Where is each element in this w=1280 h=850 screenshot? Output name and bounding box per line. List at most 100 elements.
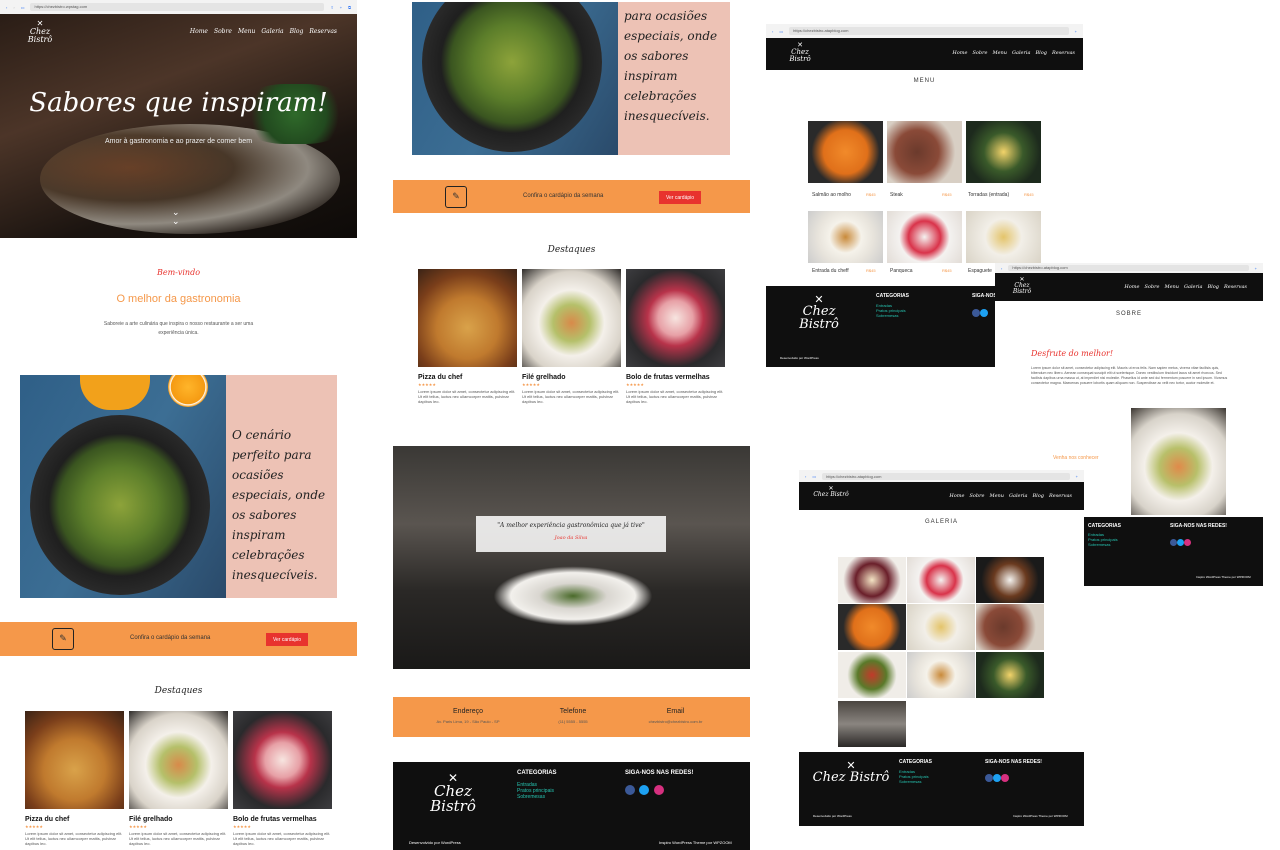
nav-sobre[interactable]: Sobre xyxy=(1144,284,1159,290)
facebook-icon[interactable] xyxy=(985,774,993,782)
nav-home[interactable]: Home xyxy=(949,493,964,499)
nav-sobre[interactable]: Sobre xyxy=(972,50,987,56)
category-link[interactable]: Sobremesas xyxy=(517,794,554,800)
site-logo[interactable]: ✕ Chez Bistrô xyxy=(780,42,820,63)
new-tab-icon[interactable]: + xyxy=(1255,266,1257,271)
sidebar-icon[interactable]: ▭ xyxy=(21,5,25,10)
nav-menu[interactable]: Menu xyxy=(989,493,1004,499)
twitter-icon[interactable] xyxy=(639,785,650,795)
panel-home-top: ‹ › ▭ https://chezbistro.wpstag.com ⇪ + … xyxy=(0,0,357,850)
back-icon[interactable]: ‹ xyxy=(805,474,806,479)
gallery-image[interactable] xyxy=(907,652,975,698)
new-tab-icon[interactable]: + xyxy=(1076,474,1078,479)
orange-juice xyxy=(80,375,150,410)
gallery-image[interactable] xyxy=(976,557,1044,603)
nav-reservas[interactable]: Reservas xyxy=(1049,493,1072,499)
nav-reservas[interactable]: Reservas xyxy=(309,28,337,35)
nav-blog[interactable]: Blog xyxy=(1208,284,1219,290)
forward-icon[interactable]: › xyxy=(13,5,14,10)
facebook-icon[interactable] xyxy=(1170,539,1177,546)
gallery-image[interactable] xyxy=(838,652,906,698)
back-icon[interactable]: ‹ xyxy=(1001,266,1002,271)
welcome-kicker: Bem-vindo xyxy=(156,268,201,277)
site-logo[interactable]: ✕ Chez Bistrô xyxy=(813,486,849,498)
url-bar[interactable]: https://chezbistro.atapblog.com xyxy=(822,472,1070,480)
menu-item-name[interactable]: Steak xyxy=(890,192,903,198)
nav-blog[interactable]: Blog xyxy=(1033,493,1044,499)
sidebar-icon[interactable]: ▭ xyxy=(779,29,783,34)
nav-galeria[interactable]: Galeria xyxy=(1184,284,1203,290)
menu-item-name[interactable]: Torradas (entrada) xyxy=(968,192,1009,198)
category-link[interactable]: Sobremesas xyxy=(876,313,906,318)
highlight-text: Lorem ipsum dolor sit amet, consectetur … xyxy=(522,389,620,404)
menu-item-name[interactable]: Entrada du cheff xyxy=(812,268,849,274)
menu-item-name[interactable]: Salmão ao molho xyxy=(812,192,851,198)
footer-logo[interactable]: ✕ Chez Bistrô xyxy=(811,760,891,784)
sidebar-icon[interactable]: ▭ xyxy=(812,474,816,479)
nav-home[interactable]: Home xyxy=(190,28,208,35)
highlight-name[interactable]: Filé grelhado xyxy=(522,374,566,381)
highlight-name[interactable]: Pizza du chef xyxy=(418,374,462,381)
instagram-icon[interactable] xyxy=(653,785,664,795)
site-footer: ✕ Chez Bistrô CATEGORIAS Entradas Pratos p… xyxy=(799,752,1084,826)
instagram-icon[interactable] xyxy=(1001,774,1009,782)
new-tab-icon[interactable]: + xyxy=(340,5,342,10)
twitter-icon[interactable] xyxy=(1177,539,1184,546)
cta-button[interactable]: Ver cardápio xyxy=(659,191,701,204)
cta-button[interactable]: Ver cardápio xyxy=(266,633,308,646)
back-icon[interactable]: ‹ xyxy=(6,5,7,10)
back-icon[interactable]: ‹ xyxy=(772,29,773,34)
nav-reservas[interactable]: Reservas xyxy=(1052,50,1075,56)
footer-logo[interactable]: ✕ Chez Bistrô xyxy=(784,294,854,331)
footer-categories: Entradas Pratos principais Sobremesas xyxy=(899,769,929,784)
gallery-image[interactable] xyxy=(976,604,1044,650)
twitter-icon[interactable] xyxy=(993,774,1001,782)
facebook-icon[interactable] xyxy=(972,309,980,317)
nav-menu[interactable]: Menu xyxy=(992,50,1007,56)
menu-item-name[interactable]: Espaguete xyxy=(968,268,992,274)
site-logo[interactable]: ✕ Chez Bistrô xyxy=(18,20,62,44)
nav-sobre[interactable]: Sobre xyxy=(214,28,232,35)
nav-reservas[interactable]: Reservas xyxy=(1224,284,1247,290)
footer-categories: Entradas Pratos principais Sobremesas xyxy=(517,782,554,800)
nav-galeria[interactable]: Galeria xyxy=(1012,50,1031,56)
url-bar[interactable]: https://chezbistro.atapblog.com xyxy=(789,27,1069,35)
nav-menu[interactable]: Menu xyxy=(1164,284,1179,290)
highlight-name[interactable]: Filé grelhado xyxy=(129,816,173,823)
category-link[interactable]: Sobremesas xyxy=(899,779,929,784)
nav-home[interactable]: Home xyxy=(1124,284,1139,290)
nav-galeria[interactable]: Galeria xyxy=(261,28,283,35)
facebook-icon[interactable] xyxy=(625,785,635,795)
url-bar[interactable]: https://chezbistro.atapblog.com xyxy=(1008,265,1249,271)
nav-blog[interactable]: Blog xyxy=(1036,50,1047,56)
site-logo[interactable]: ✕ Chez Bistrô xyxy=(1005,277,1039,295)
gallery-image[interactable] xyxy=(838,604,906,650)
menu-item-name[interactable]: Panqueca xyxy=(890,268,913,274)
nav-blog[interactable]: Blog xyxy=(290,28,304,35)
url-bar[interactable]: https://chezbistro.wpstag.com xyxy=(30,3,325,11)
highlight-name[interactable]: Pizza du chef xyxy=(25,816,69,823)
gallery-image[interactable] xyxy=(907,604,975,650)
nav-galeria[interactable]: Galeria xyxy=(1009,493,1028,499)
footer-logo[interactable]: ✕ Chez Bistrô xyxy=(413,772,493,814)
new-tab-icon[interactable]: + xyxy=(1075,29,1077,34)
nav-home[interactable]: Home xyxy=(952,50,967,56)
scroll-down-icon[interactable]: ⌄ ⌄ xyxy=(172,208,180,226)
about-link[interactable]: Venha nos conhecer xyxy=(1053,455,1099,461)
gallery-image[interactable] xyxy=(976,652,1044,698)
gallery-image[interactable] xyxy=(838,557,906,603)
gallery-image[interactable] xyxy=(907,557,975,603)
share-icon[interactable]: ⇪ xyxy=(330,5,333,10)
testimonial-author: Joao da Silva xyxy=(554,535,588,541)
nav-menu[interactable]: Menu xyxy=(238,28,255,35)
nav-sobre[interactable]: Sobre xyxy=(969,493,984,499)
tabs-icon[interactable]: ⧉ xyxy=(348,5,351,10)
twitter-icon[interactable] xyxy=(980,309,988,317)
email-value[interactable]: chezbistro@chezbistro.com.br xyxy=(623,719,728,724)
category-link[interactable]: Sobremesas xyxy=(1088,542,1118,547)
gallery-image[interactable] xyxy=(838,701,906,747)
highlight-name[interactable]: Bolo de frutas vermelhas xyxy=(626,374,710,381)
highlight-name[interactable]: Bolo de frutas vermelhas xyxy=(233,816,317,823)
instagram-icon[interactable] xyxy=(1184,539,1191,546)
footer-categories-title: CATEGORIAS xyxy=(1088,523,1121,529)
